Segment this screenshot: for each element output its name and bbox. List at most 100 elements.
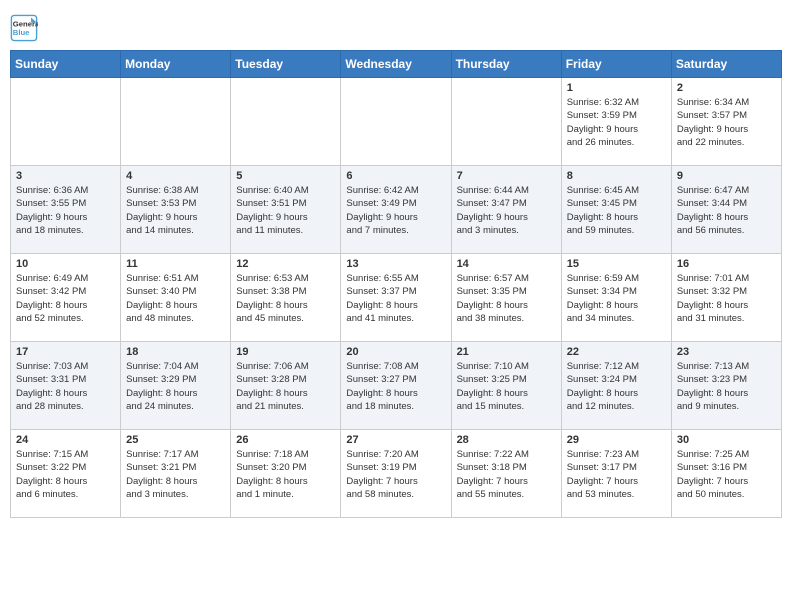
day-number: 3: [16, 170, 115, 182]
calendar-cell: 25 Sunrise: 7:17 AM Sunset: 3:21 PM Dayli…: [121, 430, 231, 518]
day-info: Sunrise: 7:12 AM Sunset: 3:24 PM Dayligh…: [567, 360, 666, 413]
day-info: Sunrise: 7:03 AM Sunset: 3:31 PM Dayligh…: [16, 360, 115, 413]
day-info: Sunrise: 6:55 AM Sunset: 3:37 PM Dayligh…: [346, 272, 445, 325]
calendar-body: 1 Sunrise: 6:32 AM Sunset: 3:59 PM Daylig…: [11, 78, 782, 518]
day-number: 6: [346, 170, 445, 182]
day-info: Sunrise: 6:32 AM Sunset: 3:59 PM Dayligh…: [567, 96, 666, 149]
day-number: 19: [236, 346, 335, 358]
calendar-cell: 6 Sunrise: 6:42 AM Sunset: 3:49 PM Daylig…: [341, 166, 451, 254]
calendar-table: SundayMondayTuesdayWednesdayThursdayFrid…: [10, 50, 782, 518]
day-info: Sunrise: 6:53 AM Sunset: 3:38 PM Dayligh…: [236, 272, 335, 325]
calendar-cell: [231, 78, 341, 166]
svg-text:Blue: Blue: [13, 28, 30, 37]
calendar-week-2: 3 Sunrise: 6:36 AM Sunset: 3:55 PM Daylig…: [11, 166, 782, 254]
day-number: 2: [677, 82, 776, 94]
day-info: Sunrise: 6:34 AM Sunset: 3:57 PM Dayligh…: [677, 96, 776, 149]
day-info: Sunrise: 7:22 AM Sunset: 3:18 PM Dayligh…: [457, 448, 556, 501]
day-info: Sunrise: 6:51 AM Sunset: 3:40 PM Dayligh…: [126, 272, 225, 325]
day-info: Sunrise: 7:10 AM Sunset: 3:25 PM Dayligh…: [457, 360, 556, 413]
day-number: 5: [236, 170, 335, 182]
weekday-header-friday: Friday: [561, 51, 671, 78]
day-number: 25: [126, 434, 225, 446]
calendar-cell: 29 Sunrise: 7:23 AM Sunset: 3:17 PM Dayli…: [561, 430, 671, 518]
weekday-header-wednesday: Wednesday: [341, 51, 451, 78]
day-number: 4: [126, 170, 225, 182]
calendar-cell: 10Sunrise: 6:49 AM Sunset: 3:42 PM Dayli…: [11, 254, 121, 342]
day-number: 27: [346, 434, 445, 446]
day-number: 28: [457, 434, 556, 446]
day-number: 1: [567, 82, 666, 94]
calendar-cell: 17Sunrise: 7:03 AM Sunset: 3:31 PM Dayli…: [11, 342, 121, 430]
calendar-cell: 3 Sunrise: 6:36 AM Sunset: 3:55 PM Daylig…: [11, 166, 121, 254]
weekday-header-monday: Monday: [121, 51, 231, 78]
logo-icon: General Blue: [10, 14, 38, 42]
calendar-cell: 13 Sunrise: 6:55 AM Sunset: 3:37 PM Dayli…: [341, 254, 451, 342]
calendar-header-row: SundayMondayTuesdayWednesdayThursdayFrid…: [11, 51, 782, 78]
day-info: Sunrise: 6:45 AM Sunset: 3:45 PM Dayligh…: [567, 184, 666, 237]
calendar-cell: 19 Sunrise: 7:06 AM Sunset: 3:28 PM Dayli…: [231, 342, 341, 430]
day-info: Sunrise: 6:36 AM Sunset: 3:55 PM Dayligh…: [16, 184, 115, 237]
day-number: 24: [16, 434, 115, 446]
day-info: Sunrise: 6:57 AM Sunset: 3:35 PM Dayligh…: [457, 272, 556, 325]
day-info: Sunrise: 6:47 AM Sunset: 3:44 PM Dayligh…: [677, 184, 776, 237]
weekday-header-sunday: Sunday: [11, 51, 121, 78]
day-info: Sunrise: 7:08 AM Sunset: 3:27 PM Dayligh…: [346, 360, 445, 413]
calendar-cell: 7Sunrise: 6:44 AM Sunset: 3:47 PM Daylig…: [451, 166, 561, 254]
calendar-cell: [451, 78, 561, 166]
calendar-cell: 8Sunrise: 6:45 AM Sunset: 3:45 PM Daylig…: [561, 166, 671, 254]
calendar-cell: 27 Sunrise: 7:20 AM Sunset: 3:19 PM Dayli…: [341, 430, 451, 518]
day-info: Sunrise: 7:04 AM Sunset: 3:29 PM Dayligh…: [126, 360, 225, 413]
day-number: 9: [677, 170, 776, 182]
day-info: Sunrise: 7:13 AM Sunset: 3:23 PM Dayligh…: [677, 360, 776, 413]
day-number: 30: [677, 434, 776, 446]
calendar-cell: 1 Sunrise: 6:32 AM Sunset: 3:59 PM Daylig…: [561, 78, 671, 166]
header: General Blue: [10, 10, 782, 42]
day-info: Sunrise: 7:15 AM Sunset: 3:22 PM Dayligh…: [16, 448, 115, 501]
day-number: 22: [567, 346, 666, 358]
calendar-cell: 5 Sunrise: 6:40 AM Sunset: 3:51 PM Daylig…: [231, 166, 341, 254]
weekday-header-saturday: Saturday: [671, 51, 781, 78]
day-info: Sunrise: 7:23 AM Sunset: 3:17 PM Dayligh…: [567, 448, 666, 501]
day-info: Sunrise: 7:20 AM Sunset: 3:19 PM Dayligh…: [346, 448, 445, 501]
day-number: 21: [457, 346, 556, 358]
calendar-cell: 30Sunrise: 7:25 AM Sunset: 3:16 PM Dayli…: [671, 430, 781, 518]
calendar-cell: 9 Sunrise: 6:47 AM Sunset: 3:44 PM Daylig…: [671, 166, 781, 254]
calendar-cell: 18 Sunrise: 7:04 AM Sunset: 3:29 PM Dayli…: [121, 342, 231, 430]
calendar-cell: 28 Sunrise: 7:22 AM Sunset: 3:18 PM Dayli…: [451, 430, 561, 518]
day-number: 14: [457, 258, 556, 270]
day-info: Sunrise: 6:40 AM Sunset: 3:51 PM Dayligh…: [236, 184, 335, 237]
calendar-cell: 24 Sunrise: 7:15 AM Sunset: 3:22 PM Dayli…: [11, 430, 121, 518]
day-number: 13: [346, 258, 445, 270]
calendar-cell: 11 Sunrise: 6:51 AM Sunset: 3:40 PM Dayli…: [121, 254, 231, 342]
day-info: Sunrise: 6:59 AM Sunset: 3:34 PM Dayligh…: [567, 272, 666, 325]
calendar-cell: [11, 78, 121, 166]
day-info: Sunrise: 7:17 AM Sunset: 3:21 PM Dayligh…: [126, 448, 225, 501]
day-info: Sunrise: 7:06 AM Sunset: 3:28 PM Dayligh…: [236, 360, 335, 413]
day-number: 20: [346, 346, 445, 358]
calendar-cell: 12 Sunrise: 6:53 AM Sunset: 3:38 PM Dayli…: [231, 254, 341, 342]
calendar-week-1: 1 Sunrise: 6:32 AM Sunset: 3:59 PM Daylig…: [11, 78, 782, 166]
day-number: 15: [567, 258, 666, 270]
day-number: 16: [677, 258, 776, 270]
calendar-week-4: 17Sunrise: 7:03 AM Sunset: 3:31 PM Dayli…: [11, 342, 782, 430]
day-number: 11: [126, 258, 225, 270]
calendar-cell: [341, 78, 451, 166]
day-number: 18: [126, 346, 225, 358]
day-info: Sunrise: 6:49 AM Sunset: 3:42 PM Dayligh…: [16, 272, 115, 325]
day-number: 23: [677, 346, 776, 358]
calendar-week-3: 10Sunrise: 6:49 AM Sunset: 3:42 PM Dayli…: [11, 254, 782, 342]
calendar-cell: 22 Sunrise: 7:12 AM Sunset: 3:24 PM Dayli…: [561, 342, 671, 430]
day-info: Sunrise: 6:42 AM Sunset: 3:49 PM Dayligh…: [346, 184, 445, 237]
day-info: Sunrise: 7:01 AM Sunset: 3:32 PM Dayligh…: [677, 272, 776, 325]
day-number: 7: [457, 170, 556, 182]
calendar-cell: [121, 78, 231, 166]
day-number: 12: [236, 258, 335, 270]
logo: General Blue: [10, 14, 40, 42]
day-number: 29: [567, 434, 666, 446]
calendar-week-5: 24 Sunrise: 7:15 AM Sunset: 3:22 PM Dayli…: [11, 430, 782, 518]
calendar-cell: 26Sunrise: 7:18 AM Sunset: 3:20 PM Dayli…: [231, 430, 341, 518]
calendar-cell: 2 Sunrise: 6:34 AM Sunset: 3:57 PM Daylig…: [671, 78, 781, 166]
calendar-cell: 23 Sunrise: 7:13 AM Sunset: 3:23 PM Dayli…: [671, 342, 781, 430]
calendar-cell: 21 Sunrise: 7:10 AM Sunset: 3:25 PM Dayli…: [451, 342, 561, 430]
calendar-cell: 15 Sunrise: 6:59 AM Sunset: 3:34 PM Dayli…: [561, 254, 671, 342]
